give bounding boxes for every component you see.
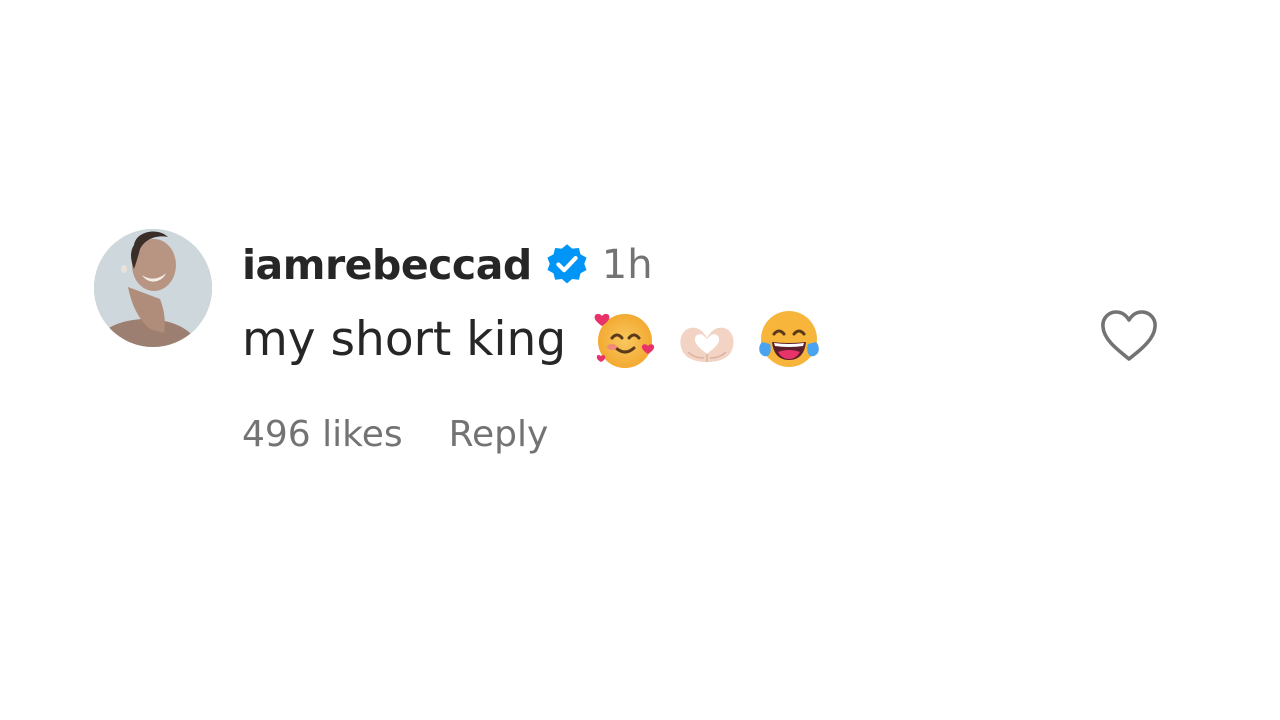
likes-count[interactable]: 496 likes bbox=[242, 414, 403, 455]
smiling-face-with-hearts-icon bbox=[592, 306, 658, 372]
timestamp: 1h bbox=[601, 242, 653, 288]
reply-button[interactable]: Reply bbox=[449, 414, 549, 455]
face-with-tears-of-joy-icon bbox=[756, 306, 822, 372]
avatar[interactable] bbox=[94, 229, 212, 347]
comment-meta: 496 likes Reply bbox=[242, 411, 548, 457]
like-heart-icon[interactable] bbox=[1098, 307, 1160, 365]
comment-header: iamrebeccad 1h bbox=[242, 239, 653, 291]
comment-item: iamrebeccad 1h my short king 496 likes R… bbox=[94, 229, 1174, 469]
avatar-photo bbox=[94, 229, 212, 347]
username[interactable]: iamrebeccad bbox=[242, 241, 532, 289]
heart-hands-icon bbox=[674, 306, 740, 372]
comment-text: my short king bbox=[242, 311, 567, 367]
verified-badge-icon bbox=[544, 242, 590, 288]
comment-body: my short king bbox=[242, 307, 838, 371]
emoji-list bbox=[592, 306, 838, 372]
